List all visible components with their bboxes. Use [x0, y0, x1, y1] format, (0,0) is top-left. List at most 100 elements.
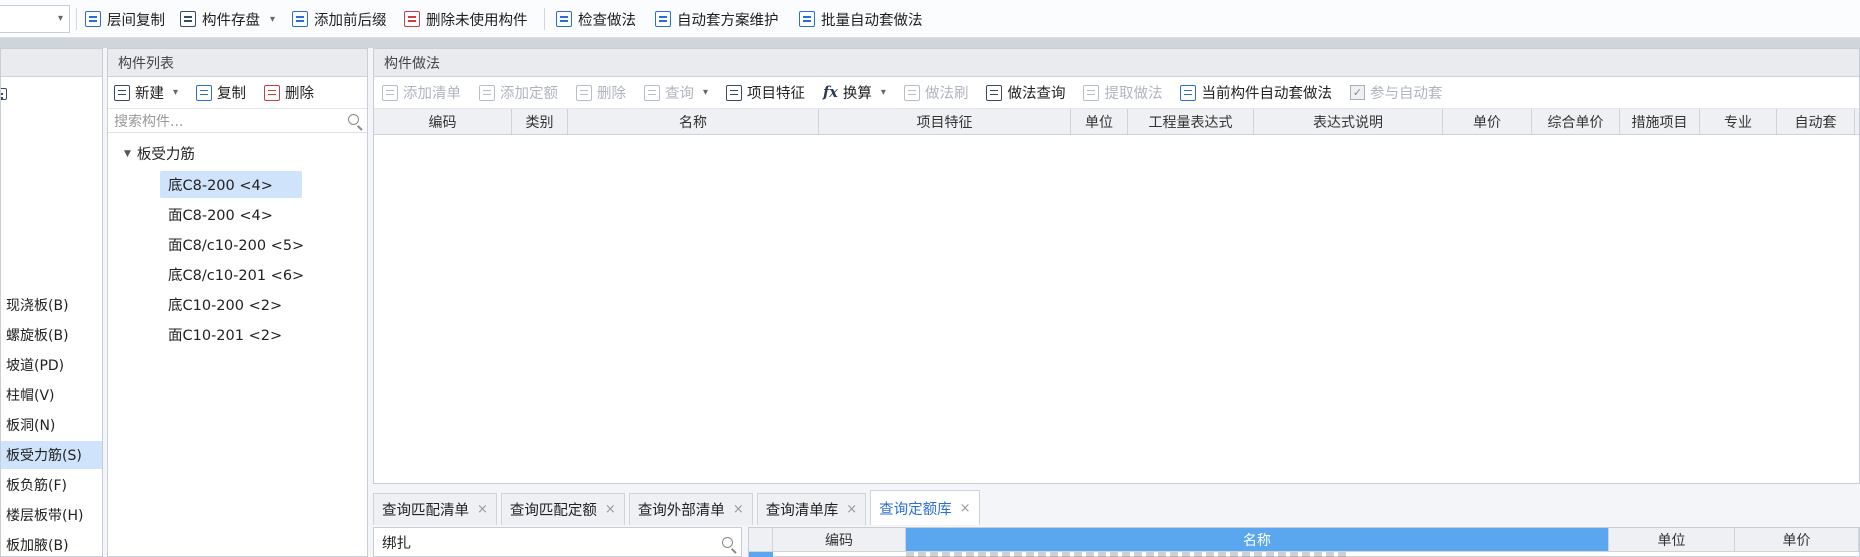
delete-method-label: 删除: [597, 86, 626, 102]
toolbar-separator: [544, 8, 545, 30]
column-header[interactable]: 单位: [1609, 528, 1735, 551]
component-list-panel: 构件列表 新建 ▾ 复制 删除 搜索构件... ▼ 板受力筋 底C8-200 <…: [107, 48, 368, 557]
delete-method-button[interactable]: 删除: [576, 82, 626, 103]
copy-layers-button[interactable]: 层间复制: [85, 0, 165, 38]
tree-item[interactable]: 底C10-200 <2>: [160, 291, 302, 318]
query-button[interactable]: 查询 ▾: [644, 82, 708, 103]
close-icon[interactable]: ×: [960, 501, 971, 516]
function-icon: fx: [823, 84, 838, 101]
add-list-icon: [382, 84, 398, 101]
auto-scheme-button[interactable]: 自动套方案维护: [655, 0, 779, 38]
column-header[interactable]: 编码: [374, 109, 512, 134]
method-query-button[interactable]: 做法查询: [986, 82, 1065, 103]
column-header[interactable]: 措施项目: [1620, 109, 1700, 134]
tree-item[interactable]: 面C10-201 <2>: [160, 321, 302, 348]
close-icon[interactable]: ×: [733, 502, 744, 517]
component-list-title: 构件列表: [108, 49, 367, 77]
auto-apply-icon: [1180, 84, 1197, 101]
search-icon[interactable]: [348, 114, 359, 125]
column-header[interactable]: 名称: [906, 528, 1609, 551]
quota-grid-header: 编码 名称 单位 单价: [749, 528, 1859, 552]
tab-query-match-list[interactable]: 查询匹配清单 ×: [373, 493, 497, 525]
copy-component-button[interactable]: 复制: [196, 82, 246, 103]
save-component-label: 构件存盘: [202, 12, 260, 29]
close-icon[interactable]: ×: [846, 502, 857, 517]
tree-root-node[interactable]: ▼ 板受力筋: [124, 143, 195, 164]
nav-item-ramp[interactable]: 坡道(PD): [1, 351, 102, 379]
table-row[interactable]: [906, 552, 1350, 557]
add-quota-label: 添加定额: [500, 86, 558, 102]
column-header[interactable]: 项目特征: [819, 109, 1071, 134]
tab-label: 查询定额库: [879, 501, 952, 518]
nav-item-spiral-slab[interactable]: 螺旋板(B): [1, 321, 102, 349]
delete-unused-button[interactable]: 删除未使用构件: [404, 0, 528, 38]
tab-query-list-library[interactable]: 查询清单库 ×: [756, 493, 867, 525]
new-component-button[interactable]: 新建 ▾: [114, 82, 178, 103]
nav-item-slab-rebar[interactable]: 板受力筋(S): [1, 441, 102, 469]
column-header[interactable]: 编码: [773, 528, 906, 551]
chevron-down-icon[interactable]: ▾: [881, 87, 886, 98]
current-auto-button[interactable]: 当前构件自动套做法: [1180, 82, 1332, 103]
search-icon[interactable]: [722, 537, 733, 548]
selected-row-marker[interactable]: [749, 552, 773, 557]
nav-item-slab-haunch[interactable]: 板加腋(B): [1, 531, 102, 556]
column-header[interactable]: 自动套: [1777, 109, 1855, 134]
method-brush-label: 做法刷: [924, 86, 969, 102]
close-icon[interactable]: ×: [605, 502, 616, 517]
tab-query-external-list[interactable]: 查询外部清单 ×: [628, 493, 753, 525]
nav-item-floor-band[interactable]: 楼层板带(H): [1, 501, 102, 529]
toolbar-divider-strip: [0, 38, 1860, 48]
column-header[interactable]: 单价: [1443, 109, 1532, 134]
current-auto-label: 当前构件自动套做法: [1201, 86, 1332, 102]
extract-icon: [1083, 84, 1100, 101]
tree-item[interactable]: 底C8-200 <4>: [160, 171, 302, 198]
column-header[interactable]: 工程量表达式: [1128, 109, 1254, 134]
tab-query-quota-library[interactable]: 查询定额库 ×: [870, 490, 980, 525]
chevron-down-icon[interactable]: ▾: [58, 13, 63, 24]
row-number-header: [749, 528, 773, 551]
nav-item-column-cap[interactable]: 柱帽(V): [1, 381, 102, 409]
chevron-down-icon[interactable]: ▾: [173, 87, 178, 98]
copy-label: 复制: [217, 86, 247, 102]
column-header[interactable]: 单位: [1071, 109, 1128, 134]
check-method-button[interactable]: 检查做法: [556, 0, 636, 38]
tree-item[interactable]: 面C8-200 <4>: [160, 201, 302, 228]
add-list-button[interactable]: 添加清单: [382, 82, 461, 103]
extract-method-button[interactable]: 提取做法: [1083, 82, 1162, 103]
add-affix-button[interactable]: 添加前后缀: [292, 0, 387, 38]
nav-item-negative-rebar[interactable]: 板负筋(F): [1, 471, 102, 499]
new-file-icon: [114, 84, 130, 101]
tree-item[interactable]: 底C8/c10-201 <6>: [160, 261, 304, 288]
column-header[interactable]: 综合单价: [1532, 109, 1620, 134]
batch-auto-button[interactable]: 批量自动套做法: [799, 0, 923, 38]
add-quota-button[interactable]: 添加定额: [479, 82, 558, 103]
column-header[interactable]: 单价: [1735, 528, 1859, 551]
method-brush-button[interactable]: 做法刷: [903, 82, 969, 103]
copy-layers-icon: [85, 11, 101, 27]
nav-item-slab-hole[interactable]: 板洞(N): [1, 411, 102, 439]
column-header[interactable]: 名称: [568, 109, 819, 134]
save-component-button[interactable]: 构件存盘 ▾: [180, 0, 275, 38]
item-feature-button[interactable]: 项目特征: [726, 82, 805, 103]
quota-search-input[interactable]: 绑扎: [373, 527, 742, 557]
column-header[interactable]: 类别: [512, 109, 568, 134]
component-search-input[interactable]: 搜索构件...: [108, 109, 367, 133]
tab-query-match-quota[interactable]: 查询匹配定额 ×: [500, 493, 625, 525]
toolbar-separator: [76, 8, 77, 30]
chevron-down-icon[interactable]: ▾: [703, 87, 708, 98]
column-header[interactable]: 表达式说明: [1254, 109, 1443, 134]
close-icon[interactable]: ×: [477, 502, 488, 517]
join-auto-checkbox[interactable]: ✓ 参与自动套: [1349, 82, 1442, 103]
column-header[interactable]: 专业: [1700, 109, 1777, 134]
collapse-triangle-icon[interactable]: ▼: [124, 149, 131, 159]
method-grid-header: 编码 类别 名称 项目特征 单位 工程量表达式 表达式说明 单价 综合单价 措施…: [374, 109, 1859, 135]
convert-button[interactable]: fx 换算 ▾: [823, 82, 886, 103]
nav-item-cast-slab[interactable]: 现浇板(B): [1, 291, 102, 319]
home-icon[interactable]: [1, 88, 7, 100]
delete-component-button[interactable]: 删除: [264, 82, 314, 103]
checkbox-checked-icon[interactable]: ✓: [1349, 85, 1365, 100]
floor-select[interactable]: ▾: [0, 5, 70, 33]
tree-item[interactable]: 面C8/c10-200 <5>: [160, 231, 304, 258]
chevron-down-icon[interactable]: ▾: [270, 14, 275, 25]
method-query-icon: [986, 84, 1003, 101]
